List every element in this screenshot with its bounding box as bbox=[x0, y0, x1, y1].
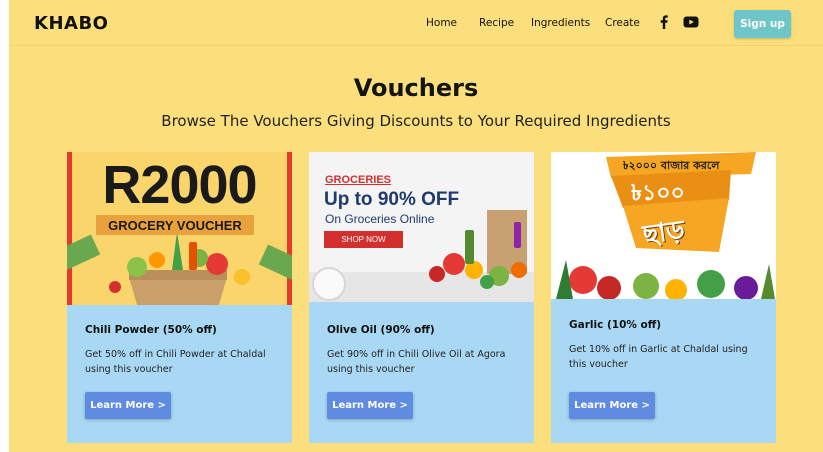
bangla-amount: ৳১০০ bbox=[631, 181, 685, 206]
page-title: Vouchers bbox=[353, 74, 479, 102]
shop-now-badge: SHOP NOW bbox=[341, 235, 386, 244]
page-subtitle: Browse The Vouchers Giving Discounts to … bbox=[161, 112, 671, 130]
bangla-word: ছাড় bbox=[640, 215, 687, 251]
voucher-card-olive-oil: GROCERIES Up to 90% OFF On Groceries Onl… bbox=[309, 152, 534, 443]
voucher-headline: Up to 90% OFF bbox=[324, 189, 460, 210]
voucher-headline: R2000 bbox=[102, 155, 257, 215]
nav-recipe[interactable]: Recipe bbox=[479, 17, 514, 29]
learn-more-button[interactable]: Learn More > bbox=[569, 392, 655, 419]
voucher-ribbon: GROCERY VOUCHER bbox=[108, 218, 242, 233]
nav-ingredients[interactable]: Ingredients bbox=[531, 17, 590, 29]
voucher-card-garlic: ৳২০০০ বাজার করলে ৳১০০ ছাড় Garlic (10% o… bbox=[551, 152, 776, 443]
card-title: Garlic (10% off) bbox=[569, 319, 662, 331]
youtube-icon[interactable] bbox=[683, 15, 699, 29]
page: KHABO Home Recipe Ingredients Create Sig… bbox=[9, 0, 823, 452]
voucher-card-chili: R2000 GROCERY VOUCHER Chili Powder (50% … bbox=[67, 152, 292, 443]
learn-more-button[interactable]: Learn More > bbox=[327, 392, 413, 419]
voucher-image-bangla: ৳২০০০ বাজার করলে ৳১০০ ছাড় bbox=[551, 152, 776, 299]
voucher-image-r2000: R2000 GROCERY VOUCHER bbox=[67, 152, 292, 305]
facebook-icon[interactable] bbox=[657, 15, 671, 29]
card-description: Get 50% off in Chili Powder at Chaldal u… bbox=[85, 349, 266, 375]
voucher-tag: GROCERIES bbox=[325, 174, 392, 186]
brand-logo[interactable]: KHABO bbox=[34, 13, 108, 34]
voucher-image-groceries: GROCERIES Up to 90% OFF On Groceries Onl… bbox=[309, 152, 534, 302]
voucher-subheadline: On Groceries Online bbox=[325, 212, 435, 226]
card-description: Get 10% off in Garlic at Chaldal using t… bbox=[569, 344, 748, 370]
card-description: Get 90% off in Chili Olive Oil at Agora … bbox=[327, 349, 506, 375]
signup-button[interactable]: Sign up bbox=[734, 10, 791, 38]
nav-home[interactable]: Home bbox=[426, 17, 457, 29]
nav-create[interactable]: Create bbox=[605, 17, 640, 29]
card-title: Olive Oil (90% off) bbox=[327, 324, 435, 336]
navbar: KHABO Home Recipe Ingredients Create Sig… bbox=[9, 0, 823, 46]
bangla-top-line: ৳২০০০ বাজার করলে bbox=[623, 159, 720, 172]
card-title: Chili Powder (50% off) bbox=[85, 324, 217, 336]
learn-more-button[interactable]: Learn More > bbox=[85, 392, 171, 419]
